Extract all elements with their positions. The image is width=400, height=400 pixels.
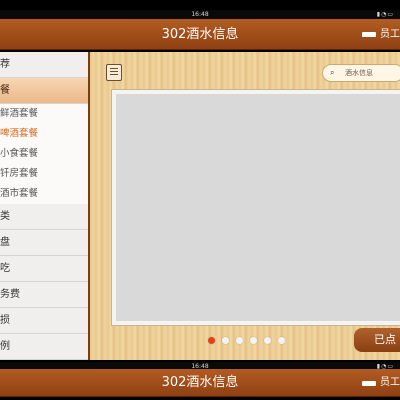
user-button[interactable]: 员工 — [362, 19, 400, 50]
sidebar-subitem-label: 小食套餐 — [0, 148, 39, 159]
sidebar-item[interactable]: 类 — [0, 204, 88, 230]
sidebar-item[interactable]: 例 — [0, 334, 88, 360]
page-dot[interactable] — [222, 337, 229, 344]
page-title: 302酒水信息 — [161, 27, 239, 42]
sidebar-subitem[interactable]: 小食套餐 — [0, 144, 88, 164]
user-label: 员工 — [380, 377, 400, 388]
sidebar-subitem[interactable]: 酒市套餐 — [0, 184, 88, 204]
menu-line-icon — [110, 68, 118, 69]
sidebar-subitem-label: 酒市套餐 — [0, 188, 39, 199]
sidebar-subitem-label: 钎房套餐 — [0, 168, 39, 179]
sidebar-item[interactable]: 损 — [0, 308, 88, 334]
page-dot-active[interactable] — [208, 337, 215, 344]
sidebar-item-package[interactable]: 餐 — [0, 78, 88, 104]
sidebar-item-label: 例 — [0, 341, 10, 352]
search-placeholder: 酒水信息 — [345, 69, 373, 77]
status-bar: 16:48 ▮◔▭ — [0, 10, 400, 19]
page-dot[interactable] — [236, 337, 243, 344]
menu-line-icon — [110, 71, 118, 72]
sidebar: 荐 餐 鲜酒套餐 啤酒套餐 小食套餐 钎房套餐 酒市套餐 类 盘 吃 务费 损 … — [0, 52, 90, 360]
sidebar-item-label: 损 — [0, 315, 10, 326]
search-input[interactable]: ⌕ 酒水信息 — [322, 64, 400, 82]
sidebar-item-label: 荐 — [0, 59, 10, 70]
user-label: 员工 — [380, 29, 400, 40]
status-time: 16:48 — [191, 11, 209, 18]
page-dot[interactable] — [264, 337, 271, 344]
sidebar-subitem-active[interactable]: 啤酒套餐 — [0, 124, 88, 144]
bottom-title-bar: 302酒水信息 员工 — [0, 369, 400, 397]
sidebar-item[interactable]: 吃 — [0, 256, 88, 282]
main-panel: ⌕ 酒水信息 已点 — [90, 52, 400, 360]
sidebar-item-label: 盘 — [0, 237, 10, 248]
page-indicator — [208, 337, 285, 344]
sidebar-item[interactable]: 务费 — [0, 282, 88, 308]
battery-icon: ▭ — [387, 11, 394, 18]
page-dot[interactable] — [250, 337, 257, 344]
content-display[interactable] — [112, 90, 400, 325]
menu-grid-button[interactable] — [106, 64, 122, 81]
sidebar-item-recommend[interactable]: 荐 — [0, 52, 88, 78]
title-bar: 302酒水信息 员工 — [0, 19, 400, 50]
menu-line-icon — [110, 74, 118, 75]
user-button[interactable]: 员工 — [362, 369, 400, 397]
sidebar-subitem[interactable]: 钎房套餐 — [0, 164, 88, 184]
page-dot[interactable] — [278, 337, 285, 344]
sidebar-subitem[interactable]: 鲜酒套餐 — [0, 104, 88, 124]
search-icon: ⌕ — [330, 68, 335, 77]
user-card-icon — [362, 380, 376, 386]
ordered-button[interactable]: 已点 — [354, 328, 400, 352]
sidebar-item-label: 餐 — [0, 85, 10, 96]
sidebar-subitem-label: 鲜酒套餐 — [0, 108, 39, 119]
sidebar-item-label: 务费 — [0, 289, 20, 300]
status-icons: ▮◔▭ — [377, 10, 394, 19]
ordered-button-label: 已点 — [374, 333, 396, 346]
sidebar-subitem-label: 啤酒套餐 — [0, 128, 39, 139]
sidebar-item-label: 类 — [0, 211, 10, 222]
page-title: 302酒水信息 — [161, 375, 239, 390]
sidebar-item-label: 吃 — [0, 263, 10, 274]
sidebar-item[interactable]: 盘 — [0, 230, 88, 256]
sidebar-submenu: 鲜酒套餐 啤酒套餐 小食套餐 钎房套餐 酒市套餐 — [0, 104, 88, 204]
user-card-icon — [362, 32, 376, 37]
